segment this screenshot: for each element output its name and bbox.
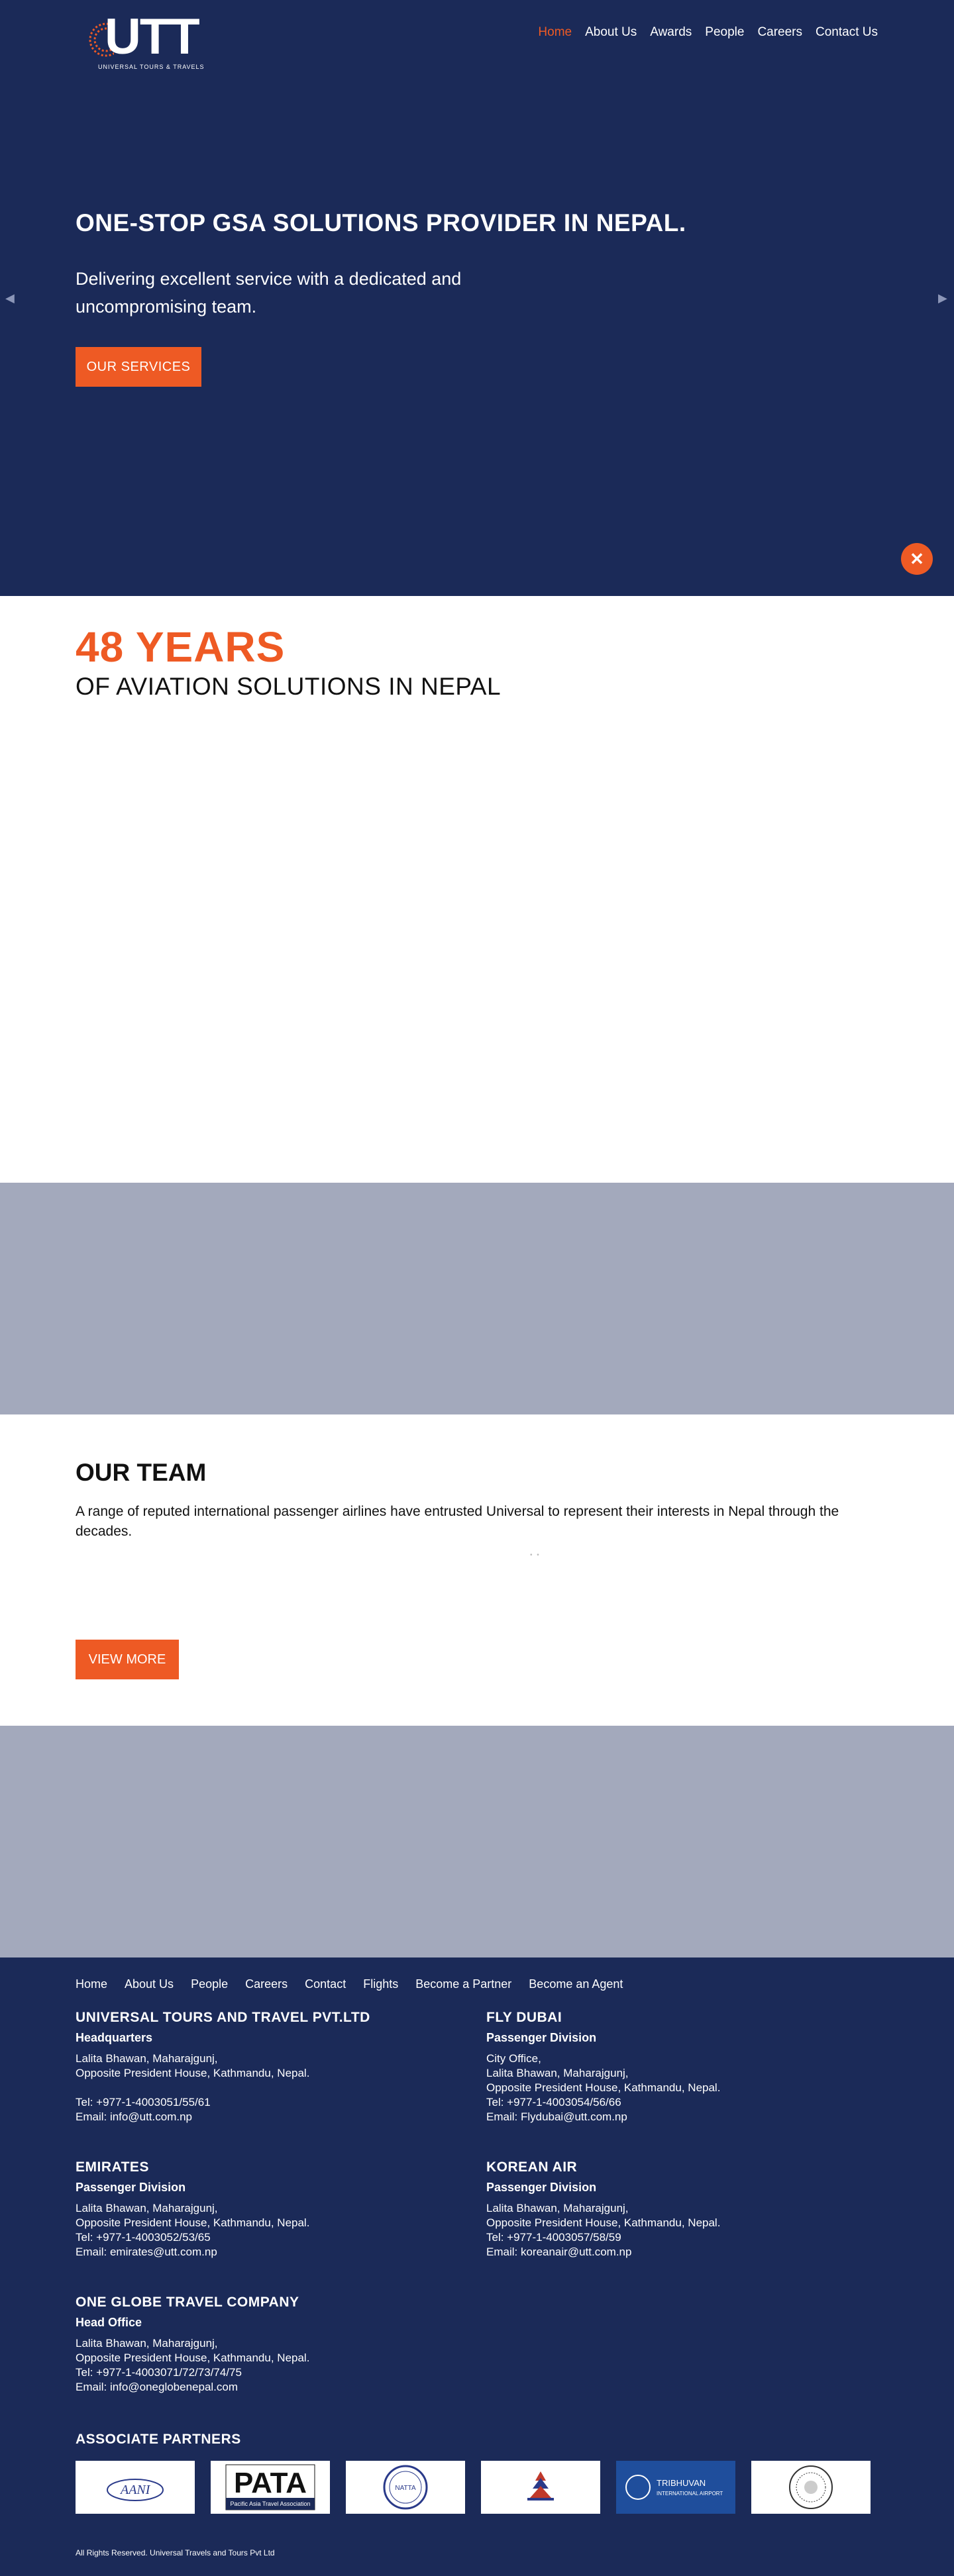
office-tel: Tel: +977-1-4003071/72/73/74/75 [76, 2366, 242, 2379]
office-flydubai: FLY DUBAI Passenger Division City Office… [486, 2010, 884, 2124]
office-tel: Tel: +977-1-4003054/56/66 [486, 2096, 621, 2108]
footer-link-become-agent[interactable]: Become an Agent [529, 1977, 623, 1991]
pata-text: PATA [234, 2467, 307, 2499]
footer: Home About Us People Careers Contact Fli… [0, 1957, 954, 2576]
office-division: Head Office [76, 2316, 142, 2329]
office-address-line: Lalita Bhawan, Maharajgunj, [486, 2067, 629, 2079]
nav-people[interactable]: People [705, 25, 744, 40]
office-utt: UNIVERSAL TOURS AND TRAVEL PVT.LTD Headq… [76, 2010, 473, 2124]
pata-logo[interactable]: PATA Pacific Asia Travel Association [211, 2461, 330, 2514]
nav-awards[interactable]: Awards [650, 25, 692, 40]
footer-link-home[interactable]: Home [76, 1977, 107, 1991]
our-services-button[interactable]: OUR SERVICES [76, 347, 201, 387]
office-division: Passenger Division [486, 2181, 597, 2194]
office-address-line: Opposite President House, Kathmandu, Nep… [486, 2216, 721, 2229]
footer-link-contact[interactable]: Contact [305, 1977, 346, 1991]
office-title: UNIVERSAL TOURS AND TRAVEL PVT.LTD [76, 2010, 370, 2025]
image-band [0, 1183, 954, 1414]
footer-link-become-partner[interactable]: Become a Partner [415, 1977, 511, 1991]
tia-logo[interactable]: TRIBHUVAN INTERNATIONAL AIRPORT [616, 2461, 735, 2514]
footer-link-careers[interactable]: Careers [245, 1977, 288, 1991]
seal-logo[interactable] [751, 2461, 871, 2514]
office-address-line: Lalita Bhawan, Maharajgunj, [76, 2202, 218, 2214]
close-icon[interactable]: ✕ [901, 543, 933, 575]
nav-about-us[interactable]: About Us [585, 25, 637, 40]
office-address-line: Opposite President House, Kathmandu, Nep… [76, 2067, 310, 2079]
pata-tagline: Pacific Asia Travel Association [230, 2501, 310, 2507]
copyright: All Rights Reserved. Universal Travels a… [76, 2548, 275, 2557]
years-caption: OF AVIATION SOLUTIONS IN NEPAL [76, 673, 502, 700]
footer-nav: Home About Us People Careers Contact Fli… [76, 1977, 623, 1991]
nav-home[interactable]: Home [538, 25, 572, 40]
seal-icon [789, 2465, 833, 2509]
hero-section: UTT UNIVERSAL TOURS & TRAVELS Home About… [0, 0, 954, 596]
partners-title: ASSOCIATE PARTNERS [76, 2432, 241, 2447]
years-count: 48 YEARS [76, 623, 286, 671]
nepal-tourism-logo[interactable] [481, 2461, 600, 2514]
office-division: Passenger Division [76, 2181, 186, 2194]
office-one-globe: ONE GLOBE TRAVEL COMPANY Head Office Lal… [76, 2295, 473, 2395]
natta-logo-icon: NATTA [383, 2465, 428, 2510]
logo-subtitle: UNIVERSAL TOURS & TRAVELS [98, 64, 205, 70]
nav-careers[interactable]: Careers [757, 25, 802, 40]
team-description: A range of reputed international passeng… [76, 1504, 839, 1539]
tia-text: TRIBHUVAN [657, 2478, 706, 2488]
office-tel: Tel: +977-1-4003051/55/61 [76, 2096, 211, 2108]
office-title: KOREAN AIR [486, 2159, 578, 2175]
office-title: ONE GLOBE TRAVEL COMPANY [76, 2295, 299, 2310]
office-email[interactable]: Email: info@utt.com.np [76, 2110, 473, 2124]
office-address-line: Opposite President House, Kathmandu, Nep… [76, 2352, 310, 2364]
office-address-line: Opposite President House, Kathmandu, Nep… [76, 2216, 310, 2229]
office-korean-air: KOREAN AIR Passenger Division Lalita Bha… [486, 2160, 884, 2259]
office-emirates: EMIRATES Passenger Division Lalita Bhawa… [76, 2160, 473, 2259]
footer-link-people[interactable]: People [191, 1977, 228, 1991]
hero-subtitle: Delivering excellent service with a dedi… [76, 269, 462, 317]
pata-logo-icon: PATA Pacific Asia Travel Association [225, 2464, 315, 2510]
hero-title: ONE-STOP GSA SOLUTIONS PROVIDER IN NEPAL… [76, 209, 686, 236]
tia-tagline: INTERNATIONAL AIRPORT [657, 2491, 723, 2497]
natta-text: NATTA [395, 2485, 416, 2492]
view-more-button[interactable]: VIEW MORE [76, 1640, 179, 1679]
office-address-line: City Office, [486, 2052, 541, 2065]
footer-link-flights[interactable]: Flights [363, 1977, 398, 1991]
nav-contact-us[interactable]: Contact Us [816, 25, 878, 40]
office-address-line: Lalita Bhawan, Maharajgunj, [486, 2202, 629, 2214]
aani-text: AANI [119, 2483, 151, 2497]
aani-logo[interactable]: AANI [76, 2461, 195, 2514]
office-title: EMIRATES [76, 2159, 149, 2175]
pagoda-icon [527, 2471, 554, 2501]
image-band [0, 1726, 954, 1957]
office-email[interactable]: Email: koreanair@utt.com.np [486, 2245, 884, 2259]
office-title: FLY DUBAI [486, 2010, 562, 2025]
natta-logo[interactable]: NATTA [346, 2461, 465, 2514]
office-address-line: Lalita Bhawan, Maharajgunj, [76, 2052, 218, 2065]
office-email[interactable]: Email: emirates@utt.com.np [76, 2245, 473, 2259]
office-email[interactable]: Email: info@oneglobenepal.com [76, 2380, 473, 2395]
aani-logo-icon: AANI [107, 2479, 164, 2501]
footer-link-about-us[interactable]: About Us [125, 1977, 174, 1991]
office-email[interactable]: Email: Flydubai@utt.com.np [486, 2110, 884, 2124]
partners-row: AANI PATA Pacific Asia Travel Associatio… [76, 2461, 871, 2514]
team-title: OUR TEAM [76, 1459, 207, 1486]
utt-logo[interactable]: UTT UNIVERSAL TOURS & TRAVELS [78, 8, 204, 72]
office-address-line: Opposite President House, Kathmandu, Nep… [486, 2081, 721, 2094]
office-tel: Tel: +977-1-4003057/58/59 [486, 2231, 621, 2244]
office-address-line: Lalita Bhawan, Maharajgunj, [76, 2337, 218, 2350]
office-division: Headquarters [76, 2031, 153, 2044]
chevron-left-icon[interactable]: ◀ [5, 291, 16, 305]
chevron-right-icon[interactable]: ▶ [938, 291, 949, 305]
logo-text: UTT [105, 9, 200, 65]
office-tel: Tel: +977-1-4003052/53/65 [76, 2231, 211, 2244]
carousel-dots[interactable]: • • [530, 1552, 541, 1559]
office-division: Passenger Division [486, 2031, 597, 2044]
tia-logo-icon: TRIBHUVAN INTERNATIONAL AIRPORT [625, 2475, 723, 2500]
main-nav: Home About Us Awards People Careers Cont… [538, 25, 878, 40]
